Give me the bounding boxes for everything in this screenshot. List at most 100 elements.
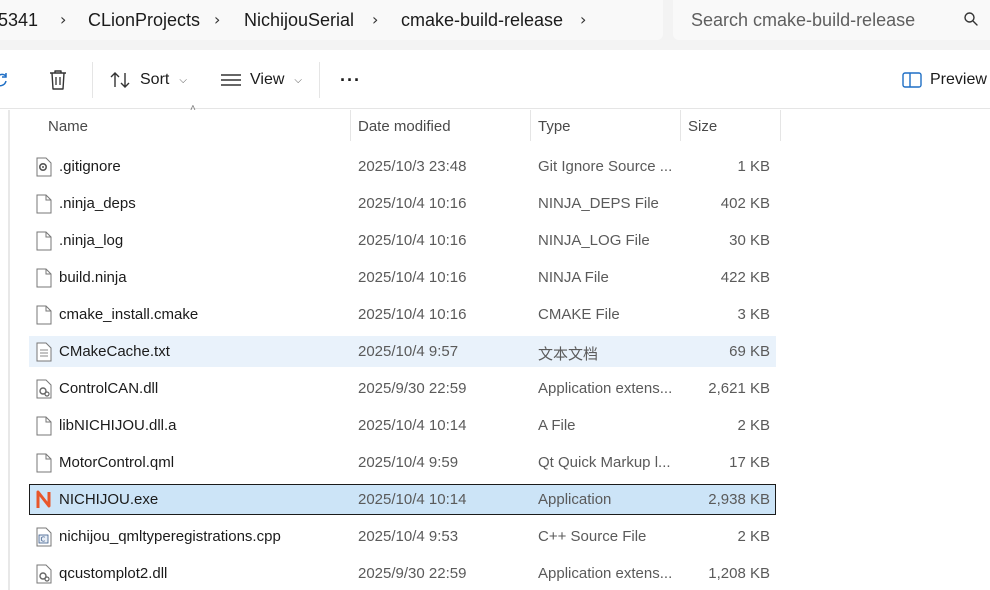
file-date: 2025/10/4 9:53 xyxy=(358,528,459,545)
preview-label: Preview xyxy=(930,71,987,88)
file-row[interactable]: cmake_install.cmake 2025/10/4 10:16 CMAKE … xyxy=(29,299,776,330)
file-type: CMAKE File xyxy=(538,306,620,323)
file-row[interactable]: libNICHIJOU.dll.a 2025/10/4 10:14 A File 2 … xyxy=(29,410,776,441)
file-type: C++ Source File xyxy=(538,528,647,545)
view-label: View xyxy=(250,71,285,88)
chevron-right-icon[interactable]: › xyxy=(580,10,586,29)
file-name: cmake_install.cmake xyxy=(59,306,199,323)
column-header-name[interactable]: Name xyxy=(48,110,88,141)
file-date: 2025/10/4 9:59 xyxy=(358,454,459,471)
navigation-pane-edge xyxy=(8,110,10,590)
breadcrumb-item-cmake-build-release[interactable]: cmake-build-release xyxy=(401,10,563,31)
file-icon xyxy=(36,231,52,251)
file-icon xyxy=(36,453,52,473)
file-date: 2025/10/4 10:16 xyxy=(358,306,467,323)
toolbar-divider xyxy=(319,62,320,98)
file-size: 1,208 KB xyxy=(708,565,770,582)
search-icon[interactable] xyxy=(963,11,979,27)
file-icon xyxy=(36,305,52,325)
preview-pane-icon xyxy=(902,72,922,88)
file-row[interactable]: Cnichijou_qmltyperegistrations.cpp 2025/1… xyxy=(29,521,776,552)
file-size: 69 KB xyxy=(729,343,770,360)
file-type: Application extens... xyxy=(538,380,673,397)
column-divider[interactable] xyxy=(780,110,781,141)
file-name: .gitignore xyxy=(59,158,121,175)
view-button[interactable]: View ⌵ xyxy=(220,60,302,100)
column-divider[interactable] xyxy=(680,110,681,141)
file-name: build.ninja xyxy=(59,269,127,286)
file-type: 文本文档 xyxy=(538,346,599,363)
cpp-file-icon: C xyxy=(36,527,52,547)
column-divider[interactable] xyxy=(530,110,531,141)
file-type: NINJA_DEPS File xyxy=(538,195,659,212)
column-header-date[interactable]: Date modified xyxy=(358,110,451,141)
file-date: 2025/9/30 22:59 xyxy=(358,380,467,397)
dll-file-icon xyxy=(36,379,52,399)
file-type: Application xyxy=(538,491,612,508)
file-type: Git Ignore Source ... xyxy=(538,158,673,175)
sort-label: Sort xyxy=(140,71,170,88)
text-file-icon xyxy=(36,342,52,362)
file-size: 2 KB xyxy=(737,528,770,545)
breadcrumb: 5341 › CLionProjects › NichijouSerial › … xyxy=(0,0,663,40)
sort-button[interactable]: Sort ⌵ xyxy=(110,60,187,100)
chevron-down-icon: ⌵ xyxy=(294,74,302,86)
breadcrumb-item-5341[interactable]: 5341 xyxy=(0,10,38,31)
file-name: ControlCAN.dll xyxy=(59,380,159,397)
file-type: Qt Quick Markup l... xyxy=(538,454,671,471)
file-type: NINJA_LOG File xyxy=(538,232,650,249)
view-icon xyxy=(221,74,241,86)
file-row[interactable]: MotorControl.qml 2025/10/4 9:59 Qt Quick M… xyxy=(29,447,776,478)
more-options-button[interactable]: ··· xyxy=(340,60,361,100)
file-name: qcustomplot2.dll xyxy=(59,565,168,582)
file-type: A File xyxy=(538,417,576,434)
column-header-size[interactable]: Size xyxy=(688,110,717,141)
file-date: 2025/10/4 10:16 xyxy=(358,269,467,286)
breadcrumb-item-clionprojects[interactable]: CLionProjects xyxy=(88,10,200,31)
file-size: 3 KB xyxy=(737,306,770,323)
file-icon xyxy=(36,194,52,214)
search-box[interactable]: Search cmake-build-release xyxy=(673,0,990,40)
file-name: nichijou_qmltyperegistrations.cpp xyxy=(59,528,281,545)
command-bar: Sort ⌵ View ⌵ ··· Preview xyxy=(0,50,990,109)
file-date: 2025/10/4 10:14 xyxy=(358,491,467,508)
file-size: 17 KB xyxy=(729,454,770,471)
file-row[interactable]: .gitignore 2025/10/3 23:48 Git Ignore Sour… xyxy=(29,151,776,182)
file-row[interactable]: .ninja_log 2025/10/4 10:16 NINJA_LOG File 3… xyxy=(29,225,776,256)
file-size: 422 KB xyxy=(720,269,770,286)
file-row[interactable]: ControlCAN.dll 2025/9/30 22:59 Application… xyxy=(29,373,776,404)
file-name: MotorControl.qml xyxy=(59,454,175,471)
file-row[interactable]: CMakeCache.txt 2025/10/4 9:57 文本文档 69 KB xyxy=(29,336,776,367)
chevron-down-icon: ⌵ xyxy=(179,74,187,86)
title-bar: 5341 › CLionProjects › NichijouSerial › … xyxy=(0,0,990,50)
toolbar-divider xyxy=(92,62,93,98)
breadcrumb-item-nichijouserial[interactable]: NichijouSerial xyxy=(244,10,354,31)
chevron-right-icon[interactable]: › xyxy=(60,10,66,29)
delete-icon[interactable] xyxy=(48,69,68,91)
preview-button[interactable]: Preview xyxy=(902,60,987,100)
sort-ascending-icon: ˄ xyxy=(190,103,196,114)
file-size: 2,621 KB xyxy=(708,380,770,397)
file-row[interactable]: qcustomplot2.dll 2025/9/30 22:59 Applicati… xyxy=(29,558,776,589)
share-icon[interactable] xyxy=(0,72,10,88)
gear-file-icon xyxy=(36,157,52,177)
file-name: NICHIJOU.exe xyxy=(59,491,159,508)
file-date: 2025/10/4 10:16 xyxy=(358,195,467,212)
file-name: libNICHIJOU.dll.a xyxy=(59,417,177,434)
file-name: .ninja_log xyxy=(59,232,124,249)
svg-text:C: C xyxy=(41,536,46,544)
column-divider[interactable] xyxy=(350,110,351,141)
chevron-right-icon[interactable]: › xyxy=(214,10,220,29)
chevron-right-icon[interactable]: › xyxy=(372,10,378,29)
file-date: 2025/10/4 9:57 xyxy=(358,343,459,360)
file-row[interactable]: NICHIJOU.exe 2025/10/4 10:14 Application 2,… xyxy=(29,484,776,515)
column-header-type[interactable]: Type xyxy=(538,110,571,141)
search-input[interactable]: Search cmake-build-release xyxy=(691,10,915,31)
more-icon: ··· xyxy=(340,69,361,90)
file-icon xyxy=(36,416,52,436)
sort-icon xyxy=(110,72,130,88)
file-row[interactable]: .ninja_deps 2025/10/4 10:16 NINJA_DEPS Fil… xyxy=(29,188,776,219)
file-size: 402 KB xyxy=(720,195,770,212)
file-row[interactable]: build.ninja 2025/10/4 10:16 NINJA File 422 … xyxy=(29,262,776,293)
file-icon xyxy=(36,268,52,288)
